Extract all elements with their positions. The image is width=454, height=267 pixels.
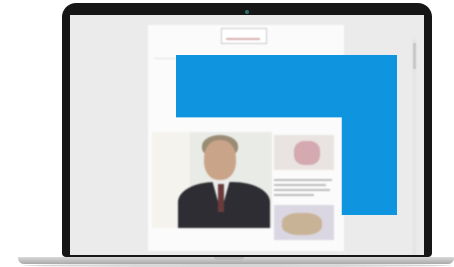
hero-image[interactable] [152, 132, 272, 228]
logo-underline [226, 38, 260, 40]
side-thumbnail-figure [282, 213, 322, 235]
side-text-line [274, 184, 326, 186]
scrollbar[interactable] [413, 39, 416, 255]
side-text-line [274, 179, 332, 181]
side-text-line [274, 194, 314, 196]
side-thumbnail-figure [294, 141, 320, 165]
nav-bar [154, 48, 340, 56]
camera-dot-icon [245, 10, 249, 14]
side-thumbnail[interactable] [274, 135, 334, 170]
scrollbar-thumb[interactable] [413, 43, 416, 69]
hero-person-face [204, 140, 236, 180]
side-text-line [274, 189, 330, 191]
side-thumbnail[interactable] [274, 205, 334, 240]
hero-person-tie [218, 184, 224, 212]
site-logo[interactable] [221, 28, 267, 44]
laptop-base-notch [214, 257, 244, 260]
